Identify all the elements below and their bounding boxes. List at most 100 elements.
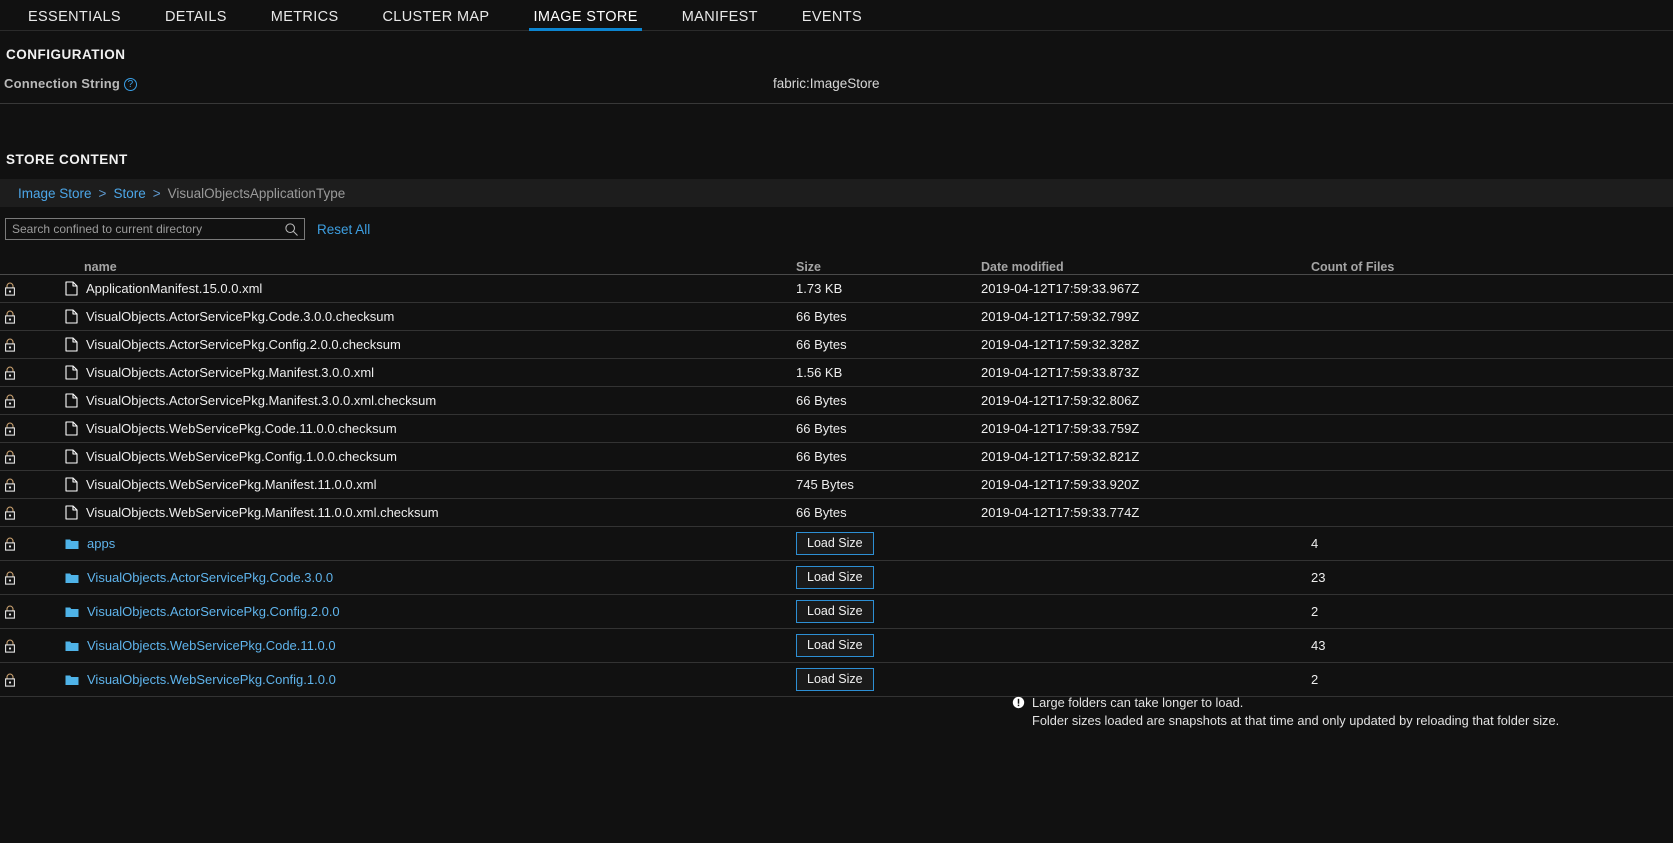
- breadcrumb-item-0[interactable]: Image Store: [18, 186, 92, 201]
- load-size-button[interactable]: Load Size: [796, 531, 874, 556]
- load-size-button[interactable]: Load Size: [796, 599, 874, 624]
- file-icon: [65, 449, 78, 464]
- reset-all-button[interactable]: Reset All: [317, 222, 370, 237]
- size-value: 1.73 KB: [796, 281, 843, 296]
- store-content-table: name Size Date modified Count of Files Appl…: [0, 251, 1673, 697]
- row-name-cell: VisualObjects.ActorServicePkg.Code.3.0.0: [22, 570, 796, 585]
- row-count-cell: 4: [1311, 536, 1319, 551]
- footnote-text-1: Large folders can take longer to load.: [1032, 695, 1244, 710]
- breadcrumb-separator: >: [98, 185, 107, 201]
- lock-icon: [5, 605, 15, 619]
- table-row[interactable]: VisualObjects.ActorServicePkg.Config.2.0…: [0, 331, 1673, 359]
- help-circle-icon[interactable]: ?: [124, 78, 138, 91]
- row-size-cell: Load Size: [796, 565, 981, 590]
- row-count-cell: 43: [1311, 638, 1326, 653]
- row-count-cell: 23: [1311, 570, 1326, 585]
- row-size-cell: 66 Bytes: [796, 449, 981, 464]
- tab-image-store[interactable]: IMAGE STORE: [511, 9, 659, 31]
- column-header-size[interactable]: Size: [796, 260, 981, 274]
- tab-events[interactable]: EVENTS: [780, 9, 884, 31]
- size-value: 66 Bytes: [796, 505, 847, 520]
- lock-icon: [5, 422, 15, 436]
- load-size-button[interactable]: Load Size: [796, 633, 874, 658]
- folder-name-link[interactable]: apps: [87, 536, 115, 551]
- load-size-button[interactable]: Load Size: [796, 667, 874, 692]
- row-lock-cell: [0, 605, 22, 619]
- table-row[interactable]: VisualObjects.WebServicePkg.Config.1.0.0…: [0, 443, 1673, 471]
- folder-name-link[interactable]: VisualObjects.WebServicePkg.Code.11.0.0: [87, 638, 336, 653]
- size-value: 66 Bytes: [796, 449, 847, 464]
- row-name-cell: ApplicationManifest.15.0.0.xml: [22, 281, 796, 296]
- table-body: ApplicationManifest.15.0.0.xml 1.73 KB 201…: [0, 275, 1673, 697]
- folder-name-link[interactable]: VisualObjects.ActorServicePkg.Code.3.0.0: [87, 570, 333, 585]
- footnote-text-2: Folder sizes loaded are snapshots at tha…: [1032, 713, 1560, 728]
- footnote-line-2: Folder sizes loaded are snapshots at tha…: [1012, 712, 1559, 730]
- row-lock-cell: [0, 506, 22, 520]
- table-row[interactable]: VisualObjects.WebServicePkg.Manifest.11.…: [0, 499, 1673, 527]
- tab-essentials[interactable]: ESSENTIALS: [6, 9, 143, 31]
- row-date-cell: 2019-04-12T17:59:33.920Z: [981, 477, 1140, 492]
- row-name-cell: VisualObjects.ActorServicePkg.Config.2.0…: [22, 604, 796, 619]
- table-row[interactable]: VisualObjects.WebServicePkg.Manifest.11.…: [0, 471, 1673, 499]
- folder-icon: [65, 539, 79, 549]
- lock-icon: [5, 478, 15, 492]
- table-row[interactable]: VisualObjects.ActorServicePkg.Config.2.0…: [0, 595, 1673, 629]
- file-icon: [65, 477, 78, 492]
- row-name-cell: VisualObjects.ActorServicePkg.Code.3.0.0…: [22, 309, 796, 324]
- tab-manifest[interactable]: MANIFEST: [660, 9, 780, 31]
- folder-name-link[interactable]: VisualObjects.WebServicePkg.Config.1.0.0: [87, 672, 336, 687]
- row-name-cell: VisualObjects.WebServicePkg.Manifest.11.…: [22, 505, 796, 520]
- file-name-label: VisualObjects.WebServicePkg.Code.11.0.0.…: [86, 421, 397, 436]
- size-value: 66 Bytes: [796, 393, 847, 408]
- row-size-cell: 66 Bytes: [796, 421, 981, 436]
- tab-metrics[interactable]: METRICS: [249, 9, 361, 31]
- row-size-cell: 745 Bytes: [796, 477, 981, 492]
- table-row[interactable]: VisualObjects.WebServicePkg.Config.1.0.0…: [0, 663, 1673, 697]
- footnote-line-1: Large folders can take longer to load.: [1012, 694, 1559, 712]
- row-name-cell: VisualObjects.ActorServicePkg.Config.2.0…: [22, 337, 796, 352]
- search-input[interactable]: [6, 219, 304, 239]
- column-header-count-of-files[interactable]: Count of Files: [1311, 260, 1631, 274]
- table-row[interactable]: VisualObjects.WebServicePkg.Code.11.0.0 L…: [0, 629, 1673, 663]
- table-row[interactable]: VisualObjects.ActorServicePkg.Code.3.0.0…: [0, 303, 1673, 331]
- row-lock-cell: [0, 673, 22, 687]
- table-header-row: name Size Date modified Count of Files: [0, 251, 1673, 275]
- table-row[interactable]: VisualObjects.ActorServicePkg.Code.3.0.0…: [0, 561, 1673, 595]
- file-name-label: VisualObjects.WebServicePkg.Manifest.11.…: [86, 477, 377, 492]
- table-row[interactable]: VisualObjects.WebServicePkg.Code.11.0.0.…: [0, 415, 1673, 443]
- row-lock-cell: [0, 571, 22, 585]
- row-name-cell: VisualObjects.WebServicePkg.Config.1.0.0…: [22, 449, 796, 464]
- row-lock-cell: [0, 478, 22, 492]
- table-row[interactable]: VisualObjects.ActorServicePkg.Manifest.3…: [0, 387, 1673, 415]
- breadcrumb-item-1[interactable]: Store: [113, 186, 145, 201]
- store-content-heading: STORE CONTENT: [6, 152, 128, 167]
- row-lock-cell: [0, 639, 22, 653]
- row-lock-cell: [0, 422, 22, 436]
- row-size-cell: 66 Bytes: [796, 337, 981, 352]
- file-name-label: VisualObjects.WebServicePkg.Manifest.11.…: [86, 505, 439, 520]
- size-value: 745 Bytes: [796, 477, 854, 492]
- row-name-cell: VisualObjects.WebServicePkg.Manifest.11.…: [22, 477, 796, 492]
- lock-icon: [5, 310, 15, 324]
- row-size-cell: Load Size: [796, 599, 981, 624]
- table-row[interactable]: ApplicationManifest.15.0.0.xml 1.73 KB 201…: [0, 275, 1673, 303]
- row-date-cell: 2019-04-12T17:59:33.873Z: [981, 365, 1140, 380]
- connection-string-row: Connection String? fabric:ImageStore: [0, 76, 1673, 104]
- column-header-date-modified[interactable]: Date modified: [981, 260, 1311, 274]
- file-name-label: ApplicationManifest.15.0.0.xml: [86, 281, 263, 296]
- folder-icon: [65, 641, 79, 651]
- file-name-label: VisualObjects.ActorServicePkg.Manifest.3…: [86, 365, 375, 380]
- search-icon[interactable]: [284, 222, 299, 237]
- row-date-cell: 2019-04-12T17:59:33.774Z: [981, 505, 1140, 520]
- table-row[interactable]: apps Load Size 4: [0, 527, 1673, 561]
- load-size-button[interactable]: Load Size: [796, 565, 874, 590]
- column-header-name[interactable]: name: [22, 260, 796, 274]
- table-row[interactable]: VisualObjects.ActorServicePkg.Manifest.3…: [0, 359, 1673, 387]
- tab-details[interactable]: DETAILS: [143, 9, 249, 31]
- row-date-cell: 2019-04-12T17:59:32.328Z: [981, 337, 1140, 352]
- row-count-cell: 2: [1311, 672, 1319, 687]
- tab-cluster-map[interactable]: CLUSTER MAP: [360, 9, 511, 31]
- row-lock-cell: [0, 537, 22, 551]
- folder-name-link[interactable]: VisualObjects.ActorServicePkg.Config.2.0…: [87, 604, 340, 619]
- info-alert-icon: [1012, 696, 1025, 709]
